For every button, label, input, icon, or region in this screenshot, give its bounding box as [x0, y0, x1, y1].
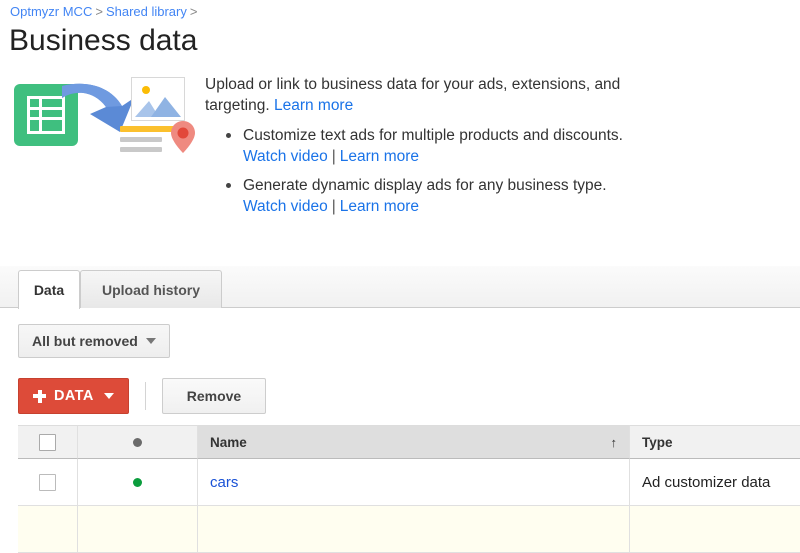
learn-more-link[interactable]: Learn more — [340, 198, 419, 215]
table-row[interactable]: cars Ad customizer data — [18, 459, 800, 506]
plus-icon — [33, 389, 46, 403]
chevron-down-icon — [145, 338, 156, 344]
select-all-checkbox[interactable] — [39, 433, 56, 451]
toolbar-divider — [144, 382, 146, 410]
sort-ascending-icon: ↑ — [610, 434, 618, 450]
row-name-cell: cars — [198, 459, 630, 506]
promo-intro: Upload or link to business data for your… — [205, 76, 621, 114]
breadcrumb-separator-2: > — [189, 4, 198, 19]
link-divider: | — [331, 198, 336, 215]
column-header-name[interactable]: Name ↑ — [198, 425, 630, 459]
select-all-header-cell[interactable] — [18, 425, 78, 459]
promo-intro-learn-more-link[interactable]: Learn more — [274, 97, 353, 114]
table-row[interactable] — [18, 506, 800, 553]
bullet-links: Watch video | Learn more — [243, 196, 675, 217]
column-header-label: Type — [642, 434, 673, 450]
image-placeholder-icon — [132, 78, 184, 120]
tab-label: Data — [33, 282, 65, 298]
row-name-link[interactable]: cars — [210, 474, 238, 491]
row-select-cell[interactable] — [18, 459, 78, 506]
tab-label: Upload history — [101, 281, 200, 298]
bullet-links: Watch video | Learn more — [243, 146, 675, 167]
status-header-cell[interactable] — [78, 425, 198, 459]
business-data-illustration — [12, 76, 195, 156]
tab-upload-history[interactable]: Upload history — [80, 270, 222, 308]
tab-data[interactable]: Data — [18, 270, 80, 309]
status-dot-icon — [133, 437, 142, 447]
list-item: Generate dynamic display ads for any bus… — [224, 175, 675, 217]
business-data-page: Optmyzr MCC > Shared library > Business dat… — [0, 0, 800, 553]
table-header-row: Name ↑ Type — [18, 425, 800, 459]
remove-button-label: Remove — [186, 388, 242, 404]
row-status-cell[interactable] — [78, 506, 198, 553]
filter-dropdown[interactable]: All but removed — [18, 324, 170, 358]
breadcrumb-item-shared-library[interactable]: Shared library — [106, 4, 187, 19]
table-body: cars Ad customizer data — [18, 459, 800, 553]
promo-block: Upload or link to business data for your… — [0, 66, 800, 256]
add-data-button[interactable]: DATA — [18, 378, 129, 414]
breadcrumb-separator-1: > — [95, 4, 103, 19]
promo-bullet-list: Customize text ads for multiple products… — [205, 125, 675, 217]
bullet-text: Generate dynamic display ads for any bus… — [243, 177, 607, 194]
table-toolbar: DATA Remove — [18, 378, 267, 414]
list-item: Customize text ads for multiple products… — [224, 125, 675, 167]
watch-video-link[interactable]: Watch video — [243, 148, 328, 165]
promo-text: Upload or link to business data for your… — [205, 74, 675, 225]
page-title: Business data — [9, 24, 198, 57]
map-pin-icon — [171, 121, 195, 153]
column-header-label: Name — [210, 434, 247, 450]
row-type-cell — [630, 506, 800, 553]
bullet-text: Customize text ads for multiple products… — [243, 127, 623, 144]
remove-button[interactable]: Remove — [161, 378, 267, 414]
add-data-label: DATA — [54, 388, 94, 404]
column-header-type[interactable]: Type — [630, 425, 800, 459]
link-divider: | — [331, 148, 336, 165]
row-type-cell: Ad customizer data — [630, 459, 800, 506]
row-name-cell — [198, 506, 630, 553]
status-dot-icon — [133, 477, 142, 487]
watch-video-link[interactable]: Watch video — [243, 198, 328, 215]
learn-more-link[interactable]: Learn more — [340, 148, 419, 165]
business-data-table: Name ↑ Type cars Ad customizer data — [18, 425, 800, 553]
filter-dropdown-label: All but removed — [32, 333, 138, 349]
tab-strip: Data Upload history — [0, 266, 800, 309]
row-select-cell[interactable] — [18, 506, 78, 553]
breadcrumb-item-account[interactable]: Optmyzr MCC — [10, 4, 92, 19]
breadcrumb: Optmyzr MCC > Shared library > — [10, 4, 200, 20]
row-status-cell[interactable] — [78, 459, 198, 506]
row-checkbox[interactable] — [39, 473, 56, 491]
chevron-down-icon — [103, 393, 114, 399]
